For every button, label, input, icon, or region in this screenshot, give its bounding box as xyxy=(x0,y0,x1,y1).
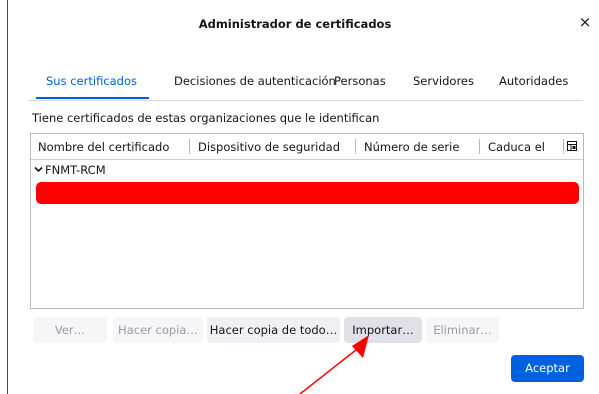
tab-decisiones-autenticacion[interactable]: Decisiones de autenticación xyxy=(174,74,336,88)
tree-group-row[interactable]: FNMT-RCM xyxy=(34,163,106,177)
description-text: Tiene certificados de estas organizacion… xyxy=(32,111,380,125)
importar-button[interactable]: Importar… xyxy=(344,317,422,343)
close-icon: × xyxy=(578,13,592,31)
hacer-copia-todo-button[interactable]: Hacer copia de todo… xyxy=(207,317,340,343)
tree-header: Nombre del certificado Dispositivo de se… xyxy=(31,134,583,160)
column-divider[interactable] xyxy=(479,139,480,154)
certificate-tree[interactable]: Nombre del certificado Dispositivo de se… xyxy=(30,133,584,309)
tab-bar: Sus certificados Decisiones de autentica… xyxy=(28,66,583,101)
chevron-down-icon[interactable] xyxy=(34,163,45,177)
ver-button[interactable]: Ver… xyxy=(33,317,107,343)
redacted-certificate-row[interactable] xyxy=(36,182,579,204)
aceptar-button[interactable]: Aceptar xyxy=(511,355,584,382)
column-header-dispositivo[interactable]: Dispositivo de seguridad xyxy=(198,140,340,154)
dialog-title: Administrador de certificados xyxy=(198,17,392,31)
group-name: FNMT-RCM xyxy=(45,163,106,177)
column-header-nombre[interactable]: Nombre del certificado xyxy=(38,140,169,154)
column-picker-icon[interactable] xyxy=(567,141,577,151)
dialog-titlebar: Administrador de certificados × xyxy=(8,0,599,40)
column-header-caduca[interactable]: Caduca el xyxy=(488,140,545,154)
tab-servidores[interactable]: Servidores xyxy=(413,74,474,88)
column-divider[interactable] xyxy=(563,139,564,154)
tab-personas[interactable]: Personas xyxy=(334,74,386,88)
hacer-copia-button[interactable]: Hacer copia… xyxy=(113,317,203,343)
tab-sus-certificados[interactable]: Sus certificados xyxy=(46,74,137,88)
column-header-numero-serie[interactable]: Número de serie xyxy=(364,140,459,154)
column-divider[interactable] xyxy=(189,139,190,154)
tab-autoridades[interactable]: Autoridades xyxy=(499,74,568,88)
selected-tab-indicator xyxy=(36,97,149,99)
eliminar-button[interactable]: Eliminar… xyxy=(426,317,499,343)
close-button[interactable]: × xyxy=(577,13,593,31)
window-edge xyxy=(0,0,8,394)
column-divider[interactable] xyxy=(355,139,356,154)
